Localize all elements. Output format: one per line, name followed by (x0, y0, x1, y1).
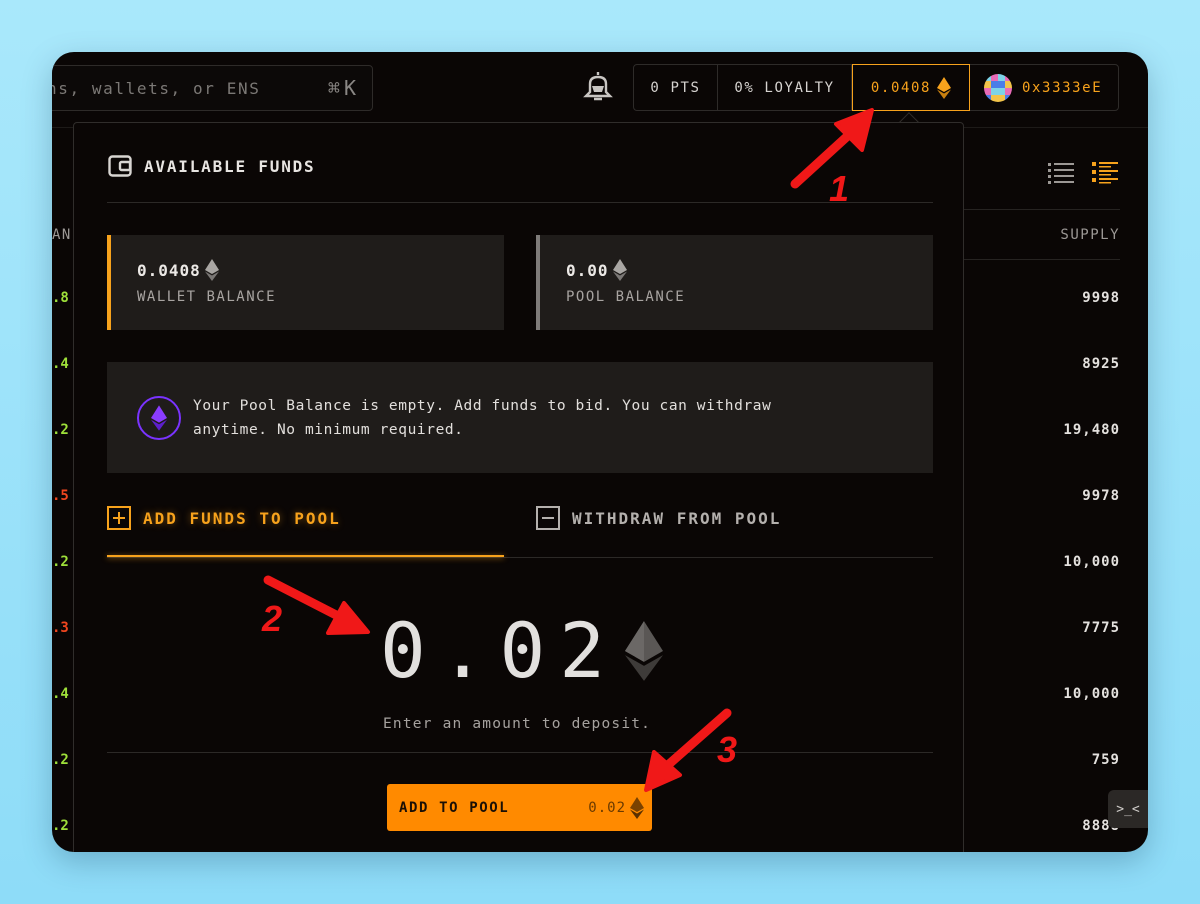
wallet-balance-label: WALLET BALANCE (137, 289, 277, 305)
app-window: ns, wallets, or ENS ⌘K 0 PTS 0% LOYALTY … (52, 52, 1148, 852)
terminal-button[interactable]: >_< (1108, 790, 1148, 828)
row-change-value: .5 (52, 488, 69, 504)
row-change-value: .4 (52, 356, 69, 372)
row-supply-value: 10,000 (1063, 554, 1120, 570)
loyalty-stat[interactable]: 0% LOYALTY (718, 65, 852, 110)
annotation-number-3: 3 (717, 729, 738, 770)
bell-icon[interactable] (580, 68, 616, 104)
row-supply-value: 9998 (1082, 290, 1120, 306)
row-supply-value: 9978 (1082, 488, 1120, 504)
pool-balance-card: 0.00 POOL BALANCE (536, 235, 933, 330)
avatar (984, 73, 1012, 102)
annotation-number-2: 2 (262, 598, 283, 639)
plus-icon (107, 506, 131, 530)
row-change-value: .3 (52, 620, 69, 636)
minus-icon (536, 506, 560, 530)
table-divider (962, 209, 1120, 210)
search-input[interactable]: ns, wallets, or ENS ⌘K (52, 65, 373, 111)
wallet-icon (108, 155, 132, 177)
row-change-value: .2 (52, 818, 69, 834)
row-change-value: .2 (52, 422, 69, 438)
wallet-balance-amount: 0.0408 (137, 260, 201, 280)
panel-title: AVAILABLE FUNDS (108, 155, 316, 177)
detailed-list-icon[interactable] (1092, 160, 1118, 186)
row-supply-value: 7775 (1082, 620, 1120, 636)
row-change-value: .8 (52, 290, 69, 306)
eth-icon (204, 259, 219, 281)
add-to-pool-button[interactable]: ADD TO POOL 0.02 (387, 784, 652, 831)
add-to-pool-label: ADD TO POOL (399, 799, 510, 816)
info-text: Your Pool Balance is empty. Add funds to… (193, 397, 772, 438)
points-stat[interactable]: 0 PTS (634, 65, 718, 110)
header-divider (962, 259, 1120, 260)
annotation-number-1: 1 (829, 168, 850, 209)
add-to-pool-amount: 0.02 (588, 796, 644, 819)
pool-balance-value: 0.00 (566, 259, 933, 281)
search-shortcut: ⌘K (327, 76, 360, 100)
column-header-left: AN (52, 227, 72, 243)
terminal-icon: >_< (1116, 801, 1140, 817)
tab-withdraw[interactable]: WITHDRAW FROM POOL (536, 506, 781, 530)
eth-icon (612, 259, 627, 281)
row-supply-value: 10,000 (1063, 686, 1120, 702)
pool-balance-label: POOL BALANCE (566, 289, 686, 305)
loyalty-label: 0% LOYALTY (734, 79, 835, 96)
row-change-value: .4 (52, 686, 69, 702)
top-bar: ns, wallets, or ENS ⌘K 0 PTS 0% LOYALTY … (52, 52, 1148, 128)
eth-icon (625, 621, 664, 681)
row-change-value: .2 (52, 752, 69, 768)
balance-label: 0.0408 (870, 79, 932, 96)
add-to-pool-amount-value: 0.02 (588, 799, 626, 816)
wallet-address-button[interactable]: 0x3333eE (970, 65, 1118, 110)
balance-button[interactable]: 0.0408 (852, 64, 970, 111)
tab-add-label: ADD FUNDS TO POOL (143, 508, 341, 528)
wallet-balance-card: 0.0408 WALLET BALANCE (107, 235, 504, 330)
funds-panel: AVAILABLE FUNDS 0.0408 WALLET BALANCE 0.… (73, 122, 964, 852)
points-label: 0 PTS (650, 79, 701, 96)
amount-input[interactable]: 0.02 (380, 606, 664, 695)
account-stats: 0 PTS 0% LOYALTY 0.0408 0x3333eE (633, 64, 1119, 111)
pool-balance-amount: 0.00 (566, 260, 609, 280)
panel-title-text: AVAILABLE FUNDS (144, 156, 316, 176)
row-supply-value: 19,480 (1063, 422, 1120, 438)
eth-icon (937, 76, 952, 99)
list-view-icon[interactable] (1048, 160, 1074, 186)
amount-divider (107, 752, 933, 753)
search-placeholder: ns, wallets, or ENS (52, 78, 261, 98)
active-tab-indicator (107, 555, 504, 557)
amount-hint: Enter an amount to deposit. (383, 716, 652, 732)
eth-purple-icon (137, 395, 181, 440)
wallet-balance-value: 0.0408 (137, 259, 504, 281)
column-header-supply: SUPPLY (1060, 227, 1120, 243)
tab-add-funds[interactable]: ADD FUNDS TO POOL (107, 506, 341, 530)
info-box: Your Pool Balance is empty. Add funds to… (107, 362, 933, 473)
amount-value: 0.02 (380, 606, 620, 695)
row-supply-value: 759 (1091, 752, 1120, 768)
row-supply-value: 8925 (1082, 356, 1120, 372)
wallet-address: 0x3333eE (1022, 79, 1103, 96)
row-change-value: .2 (52, 554, 69, 570)
tabs-divider (107, 557, 933, 558)
eth-icon (630, 796, 644, 819)
tab-withdraw-label: WITHDRAW FROM POOL (572, 508, 782, 528)
title-divider (107, 202, 933, 203)
